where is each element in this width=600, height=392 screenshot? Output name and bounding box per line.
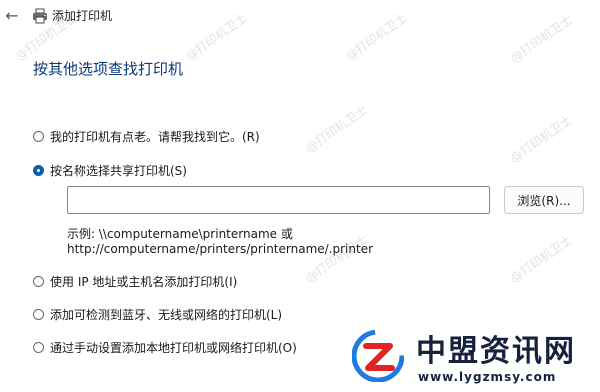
page-title: 按其他选项查找打印机 (33, 60, 184, 78)
radio-button[interactable] (33, 276, 44, 287)
printer-icon (33, 8, 47, 24)
radio-button[interactable] (33, 131, 44, 142)
window-title: 添加打印机 (52, 9, 113, 23)
brand-logo-icon (352, 330, 404, 382)
option-bluetooth-wireless-network[interactable]: 添加可检测到蓝牙、无线或网络的打印机(L) (33, 306, 282, 323)
option-old-printer[interactable]: 我的打印机有点老。请帮我找到它。(R) (33, 128, 260, 145)
title-bar: ← 添加打印机 (0, 0, 600, 34)
radio-button[interactable] (33, 309, 44, 320)
brand-name: 中盟资讯网 (416, 334, 576, 369)
watermark: @打印机卫士 (302, 102, 370, 156)
arrow-left-icon[interactable]: ← (2, 6, 22, 26)
radio-button[interactable] (33, 342, 44, 353)
option-manual-local[interactable]: 通过手动设置添加本地打印机或网络打印机(O) (33, 339, 297, 356)
option-label: 按名称选择共享打印机(S) (50, 164, 187, 178)
watermark: @打印机卫士 (507, 232, 575, 286)
option-ip-hostname[interactable]: 使用 IP 地址或主机名添加打印机(I) (33, 273, 237, 290)
option-label: 我的打印机有点老。请帮我找到它。(R) (50, 130, 260, 144)
browse-button[interactable]: 浏览(R)... (504, 186, 584, 214)
watermark: @打印机卫士 (302, 232, 370, 286)
brand-url: www.lygzmsy.com (418, 370, 557, 384)
option-label: 添加可检测到蓝牙、无线或网络的打印机(L) (50, 308, 283, 322)
printer-name-input[interactable] (67, 186, 490, 214)
option-shared-by-name[interactable]: 按名称选择共享打印机(S) (33, 162, 187, 179)
example-text-line2: http://computername/printers/printername… (67, 242, 374, 256)
brand-watermark: 中盟资讯网 www.lygzmsy.com (346, 318, 600, 392)
option-label: 使用 IP 地址或主机名添加打印机(I) (50, 275, 238, 289)
example-text-line1: 示例: \\computername\printername 或 (67, 227, 293, 241)
option-label: 通过手动设置添加本地打印机或网络打印机(O) (50, 341, 297, 355)
radio-button[interactable] (33, 165, 44, 176)
watermark: @打印机卫士 (507, 112, 575, 166)
